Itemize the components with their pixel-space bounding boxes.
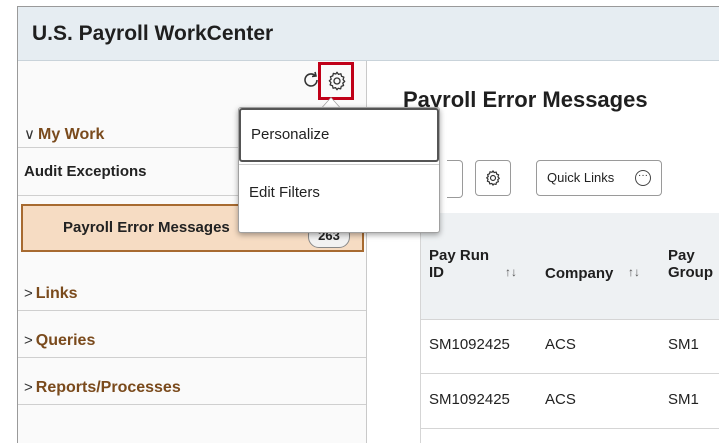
- cell-pay-group: SM1: [668, 336, 699, 353]
- title-bar: U.S. Payroll WorkCenter: [18, 7, 719, 61]
- chevron-down-icon: ∨: [24, 126, 35, 143]
- cell-company: ACS: [545, 391, 576, 408]
- menu-caret: [322, 97, 340, 107]
- my-work-label: My Work: [37, 126, 105, 143]
- quick-links-label: Quick Links: [547, 170, 615, 185]
- column-header-company[interactable]: Company: [545, 265, 613, 282]
- cell-pay-run-id: SM1092425: [429, 391, 510, 408]
- links-label: Links: [35, 285, 78, 302]
- table-row[interactable]: SM1092425 ACS SM1: [421, 319, 719, 374]
- queries-section[interactable]: > Queries: [18, 311, 366, 358]
- sidebar-item-label: Payroll Error Messages: [63, 219, 230, 236]
- chevron-right-icon: >: [24, 379, 33, 396]
- settings-button[interactable]: [318, 62, 354, 100]
- sort-icon[interactable]: ↑↓: [505, 265, 517, 279]
- results-grid: Pay Run ID ↑↓ Company ↑↓ Pay Group SM109…: [420, 213, 719, 443]
- grid-header: Pay Run ID ↑↓ Company ↑↓ Pay Group: [421, 213, 719, 320]
- column-header-pay-group[interactable]: Pay Group: [668, 247, 718, 281]
- chevron-right-icon: >: [24, 332, 33, 349]
- menu-item-edit-filters[interactable]: Edit Filters: [239, 166, 439, 220]
- menu-divider: [239, 164, 439, 165]
- toolbar-button[interactable]: [447, 160, 463, 198]
- quick-links-button[interactable]: Quick Links ···: [536, 160, 662, 196]
- links-section[interactable]: > Links: [18, 264, 366, 311]
- grid-settings-button[interactable]: [475, 160, 511, 196]
- app-title: U.S. Payroll WorkCenter: [32, 22, 274, 45]
- more-icon: ···: [635, 170, 651, 186]
- audit-exceptions-label: Audit Exceptions: [24, 163, 147, 180]
- cell-pay-group: SM1: [668, 391, 699, 408]
- table-row[interactable]: SM1092425 ACS SM1: [421, 374, 719, 429]
- cell-company: ACS: [545, 336, 576, 353]
- gear-icon: [328, 71, 346, 91]
- queries-label: Queries: [35, 332, 96, 349]
- gear-icon: [486, 170, 500, 186]
- sort-icon[interactable]: ↑↓: [628, 265, 640, 279]
- cell-pay-run-id: SM1092425: [429, 336, 510, 353]
- reports-section[interactable]: > Reports/Processes: [18, 358, 366, 405]
- column-header-pay-run-id[interactable]: Pay Run ID: [429, 247, 491, 281]
- menu-item-personalize[interactable]: Personalize: [239, 108, 439, 162]
- chevron-right-icon: >: [24, 285, 33, 302]
- reports-label: Reports/Processes: [35, 379, 181, 396]
- settings-menu: Personalize Edit Filters: [238, 107, 440, 233]
